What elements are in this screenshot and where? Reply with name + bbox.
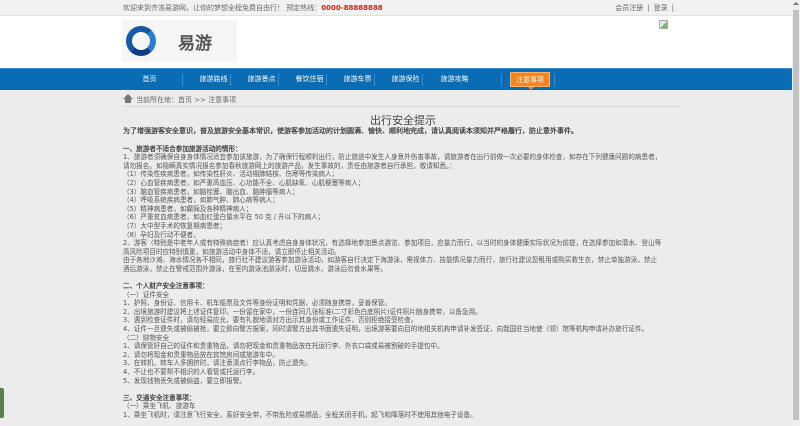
paragraph-line: 5、发现钱物丢失或被偷盗，要立即报警。 xyxy=(123,377,683,386)
nav-item[interactable]: 注意事项 xyxy=(510,72,550,87)
paragraph-line: （4）呼吸系统疾病患者，如肺气肿、肺心病等病人； xyxy=(123,196,683,205)
paragraph-line: 3、在转机、转车人多拥挤时，请注意清点行李物品，防止遗失。 xyxy=(123,359,683,368)
logo-text: 易游 xyxy=(178,29,212,54)
nav-divider xyxy=(501,74,502,86)
paragraph-line: 1、乘坐飞机时，请注意飞行安全，系好安全带，不带危险或易燃品，全程关闭手机，起飞… xyxy=(123,411,683,420)
welcome-message: 欢迎来到齐浩易游网，让你的梦想全程免费自由行！ 预定热线： xyxy=(123,4,321,12)
paragraph-line: （2）心血管疾病患者，如严重高血压、心功能不全、心肌缺氧、心肌梗塞等病人； xyxy=(123,179,683,188)
article-intro: 为了增强游客安全意识，普及旅游安全基本常识，使游客参加活动的计划圆满、愉快、顺利… xyxy=(123,127,683,136)
paragraph-line: （8）孕妇及行动不便者。 xyxy=(123,231,683,240)
broken-image-icon xyxy=(659,20,668,29)
paragraph-line: （一）证件安全 xyxy=(123,291,683,300)
breadcrumb: 当前所在地：首页 >> 注意事项 xyxy=(123,93,680,107)
nav-divider xyxy=(278,74,279,86)
paragraph-line: （1）传染性疾病患者，如传染性肝炎、活动期肺结核、伤寒等传染病人； xyxy=(123,170,683,179)
paragraph-line: （7）大中型手术的恢复期病患者； xyxy=(123,222,683,231)
paragraph-line: 酒后游泳，禁止在警戒范围外游泳，在室内游泳池游泳时，切忌跳水，游泳后勿食水果等。 xyxy=(123,265,683,274)
article: 出行安全提示 为了增强游客安全意识，普及旅游安全基本常识，使游客参加活动的计划圆… xyxy=(123,114,683,420)
paragraph-line: （3）脑血管疾病患者，如脑栓塞、脑出血、脑肿瘤等病人； xyxy=(123,188,683,197)
scrollbar-thumb[interactable] xyxy=(793,10,799,420)
paragraph-line: （6）严重贫血病患者，如血红蛋白量水平在 50 克 / 升以下的病人； xyxy=(123,213,683,222)
paragraph-line: 1、请保管好自己的证件和贵重物品，请勿把现金和贵重物品放在托运行李、外衣口袋或易… xyxy=(123,342,683,351)
breadcrumb-separator: >> xyxy=(192,96,208,104)
site-header: 易游 xyxy=(0,16,792,68)
scroll-up-arrow-icon[interactable] xyxy=(793,2,799,5)
breadcrumb-home-link[interactable]: 首页 xyxy=(178,96,192,104)
nav-item[interactable]: 首页 xyxy=(125,69,174,91)
spacer xyxy=(123,274,683,283)
paragraph-line: 2、游客（特别是中老年人或有特殊病症者）应认真考虑自身身体状况，有选择地参加景点… xyxy=(123,239,683,248)
paragraph-line: 4、不让也不要帮不相识的人看管或托运行李。 xyxy=(123,368,683,377)
home-icon xyxy=(123,94,133,103)
breadcrumb-label: 当前所在地： xyxy=(136,96,178,104)
main-nav: 首页旅游路线旅游景点餐饮住宿旅游车票旅游保险旅游攻略注意事项 xyxy=(0,68,792,90)
nav-divider xyxy=(554,74,555,86)
site-logo[interactable]: 易游 xyxy=(122,20,237,62)
spacer xyxy=(123,385,683,394)
section-heading: 一、旅游者不适合参加旅游活动的情形： xyxy=(123,145,683,154)
section-heading: 二、个人财产安全注意事项： xyxy=(123,282,683,291)
login-link[interactable]: 登录 xyxy=(654,4,668,12)
nav-divider xyxy=(374,74,375,86)
nav-item[interactable]: 旅游攻略 xyxy=(430,69,479,91)
spacer xyxy=(123,136,683,145)
nav-divider xyxy=(326,74,327,86)
paragraph-line: （一）乘坐飞机、旅游车 xyxy=(123,402,683,411)
logo-ring-icon xyxy=(126,26,156,56)
nav-divider xyxy=(182,74,183,86)
paragraph-line: 4、证件一旦遗失或被偷被抢，要立即向警方报案，同时请警方出具书面遗失证明，出境游… xyxy=(123,325,683,334)
hotline-number: 0000-88888888 xyxy=(321,4,382,12)
paragraph-line: （二）财物安全 xyxy=(123,334,683,343)
article-title: 出行安全提示 xyxy=(123,114,683,127)
paragraph-line: 3、遇到检查证件时，请勿轻易应允，要有礼貌地请对方出示其身份或工作证件，否则拒绝… xyxy=(123,316,683,325)
paragraph-line: 1、护照、身份证、信用卡、机车船票及文件等身份证明和凭据，必须随身携带，妥善保管… xyxy=(123,299,683,308)
paragraph-line: 1、旅游者须确保自身身体情况适宜参加该旅游，为了确保行程顺利出行，防止旅途中发生… xyxy=(123,153,683,162)
vertical-scrollbar[interactable] xyxy=(792,0,800,426)
top-bar: 欢迎来到齐浩易游网，让你的梦想全程免费自由行！ 预定热线：0000-888888… xyxy=(0,0,792,16)
breadcrumb-current: 注意事项 xyxy=(208,96,236,104)
account-links: 会员注册|登录| xyxy=(611,0,674,16)
article-body: 一、旅游者不适合参加旅游活动的情形：1、旅游者须确保自身身体情况适宜参加该旅游，… xyxy=(123,136,683,420)
welcome-text: 欢迎来到齐浩易游网，让你的梦想全程免费自由行！ 预定热线：0000-888888… xyxy=(123,0,383,16)
section-heading: 三、交通安全注意事项： xyxy=(123,394,683,403)
paragraph-line: 由于各地沙滩、海水情况各不相同，旅行社不建议游客参加游泳活动，如游客自行决定下海… xyxy=(123,256,683,265)
nav-divider xyxy=(422,74,423,86)
side-widget-tab[interactable] xyxy=(0,388,4,418)
nav-divider xyxy=(230,74,231,86)
register-link[interactable]: 会员注册 xyxy=(615,4,643,12)
